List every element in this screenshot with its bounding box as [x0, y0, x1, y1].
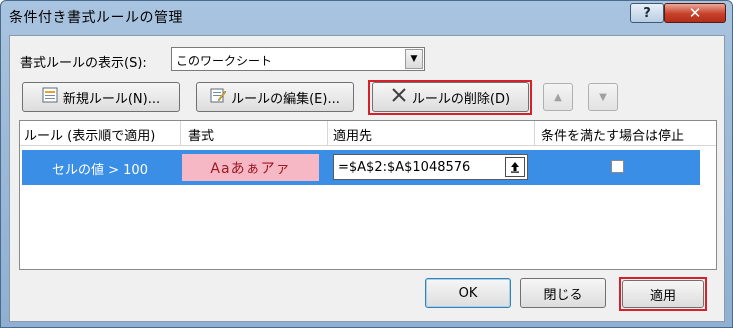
move-down-button[interactable]: ▼: [588, 83, 618, 111]
arrow-down-icon: ▼: [599, 91, 607, 103]
title-bar: 条件付き書式ルールの管理 ? ✕: [1, 1, 732, 35]
column-divider[interactable]: [534, 121, 535, 145]
stop-if-true-checkbox[interactable]: [611, 160, 624, 173]
help-button[interactable]: ?: [630, 3, 664, 23]
close-button[interactable]: 閉じる: [520, 278, 606, 308]
show-rules-label: 書式ルールの表示(S):: [20, 56, 147, 71]
applies-to-value: =$A$2:$A$1048576: [338, 160, 471, 175]
help-icon: ?: [643, 5, 651, 21]
dialog-window: 条件付き書式ルールの管理 ? ✕ 書式ルールの表示(S): このワークシート ▼…: [0, 0, 733, 328]
rules-table: ルール (表示順で適用) 書式 適用先 条件を満たす場合は停止 セルの値 > 1…: [19, 120, 717, 270]
edit-rule-label: ルールの編集(E)...: [231, 91, 340, 107]
new-rule-icon: [42, 87, 58, 107]
upload-arrow-icon: [511, 162, 519, 173]
move-up-button[interactable]: ▲: [543, 83, 573, 111]
header-rule: ルール (表示順で適用): [24, 129, 156, 144]
header-divider: [20, 145, 716, 146]
collapse-dialog-button[interactable]: [505, 157, 525, 177]
close-label: 閉じる: [543, 287, 583, 303]
close-window-button[interactable]: ✕: [664, 3, 726, 23]
column-divider[interactable]: [327, 121, 328, 145]
window-title: 条件付き書式ルールの管理: [9, 10, 183, 26]
arrow-up-icon: ▲: [554, 91, 562, 103]
apply-highlight: [619, 277, 707, 311]
chevron-down-icon[interactable]: ▼: [405, 49, 423, 69]
dialog-body: 書式ルールの表示(S): このワークシート ▼ 新規ルール(N)... ルールの…: [9, 35, 725, 322]
header-stop-if-true: 条件を満たす場合は停止: [541, 129, 685, 144]
column-divider[interactable]: [180, 121, 181, 145]
table-row[interactable]: セルの値 > 100 Aaあぁアァ =$A$2:$A$1048576: [22, 150, 700, 185]
new-rule-label: 新規ルール(N)...: [62, 91, 161, 107]
rule-description: セルの値 > 100: [52, 163, 148, 178]
edit-rule-icon: [210, 87, 227, 107]
edit-rule-button[interactable]: ルールの編集(E)...: [196, 82, 354, 112]
show-rules-value: このワークシート: [176, 54, 273, 68]
format-preview: Aaあぁアァ: [182, 154, 319, 181]
header-applies-to: 適用先: [333, 129, 373, 144]
new-rule-button[interactable]: 新規ルール(N)...: [22, 82, 180, 112]
ok-button[interactable]: OK: [425, 278, 511, 308]
header-format: 書式: [188, 129, 215, 144]
close-icon: ✕: [688, 4, 702, 22]
show-rules-dropdown[interactable]: このワークシート ▼: [171, 47, 425, 71]
delete-rule-highlight: [368, 80, 532, 115]
ok-label: OK: [458, 285, 478, 301]
applies-to-field[interactable]: =$A$2:$A$1048576: [333, 154, 528, 180]
